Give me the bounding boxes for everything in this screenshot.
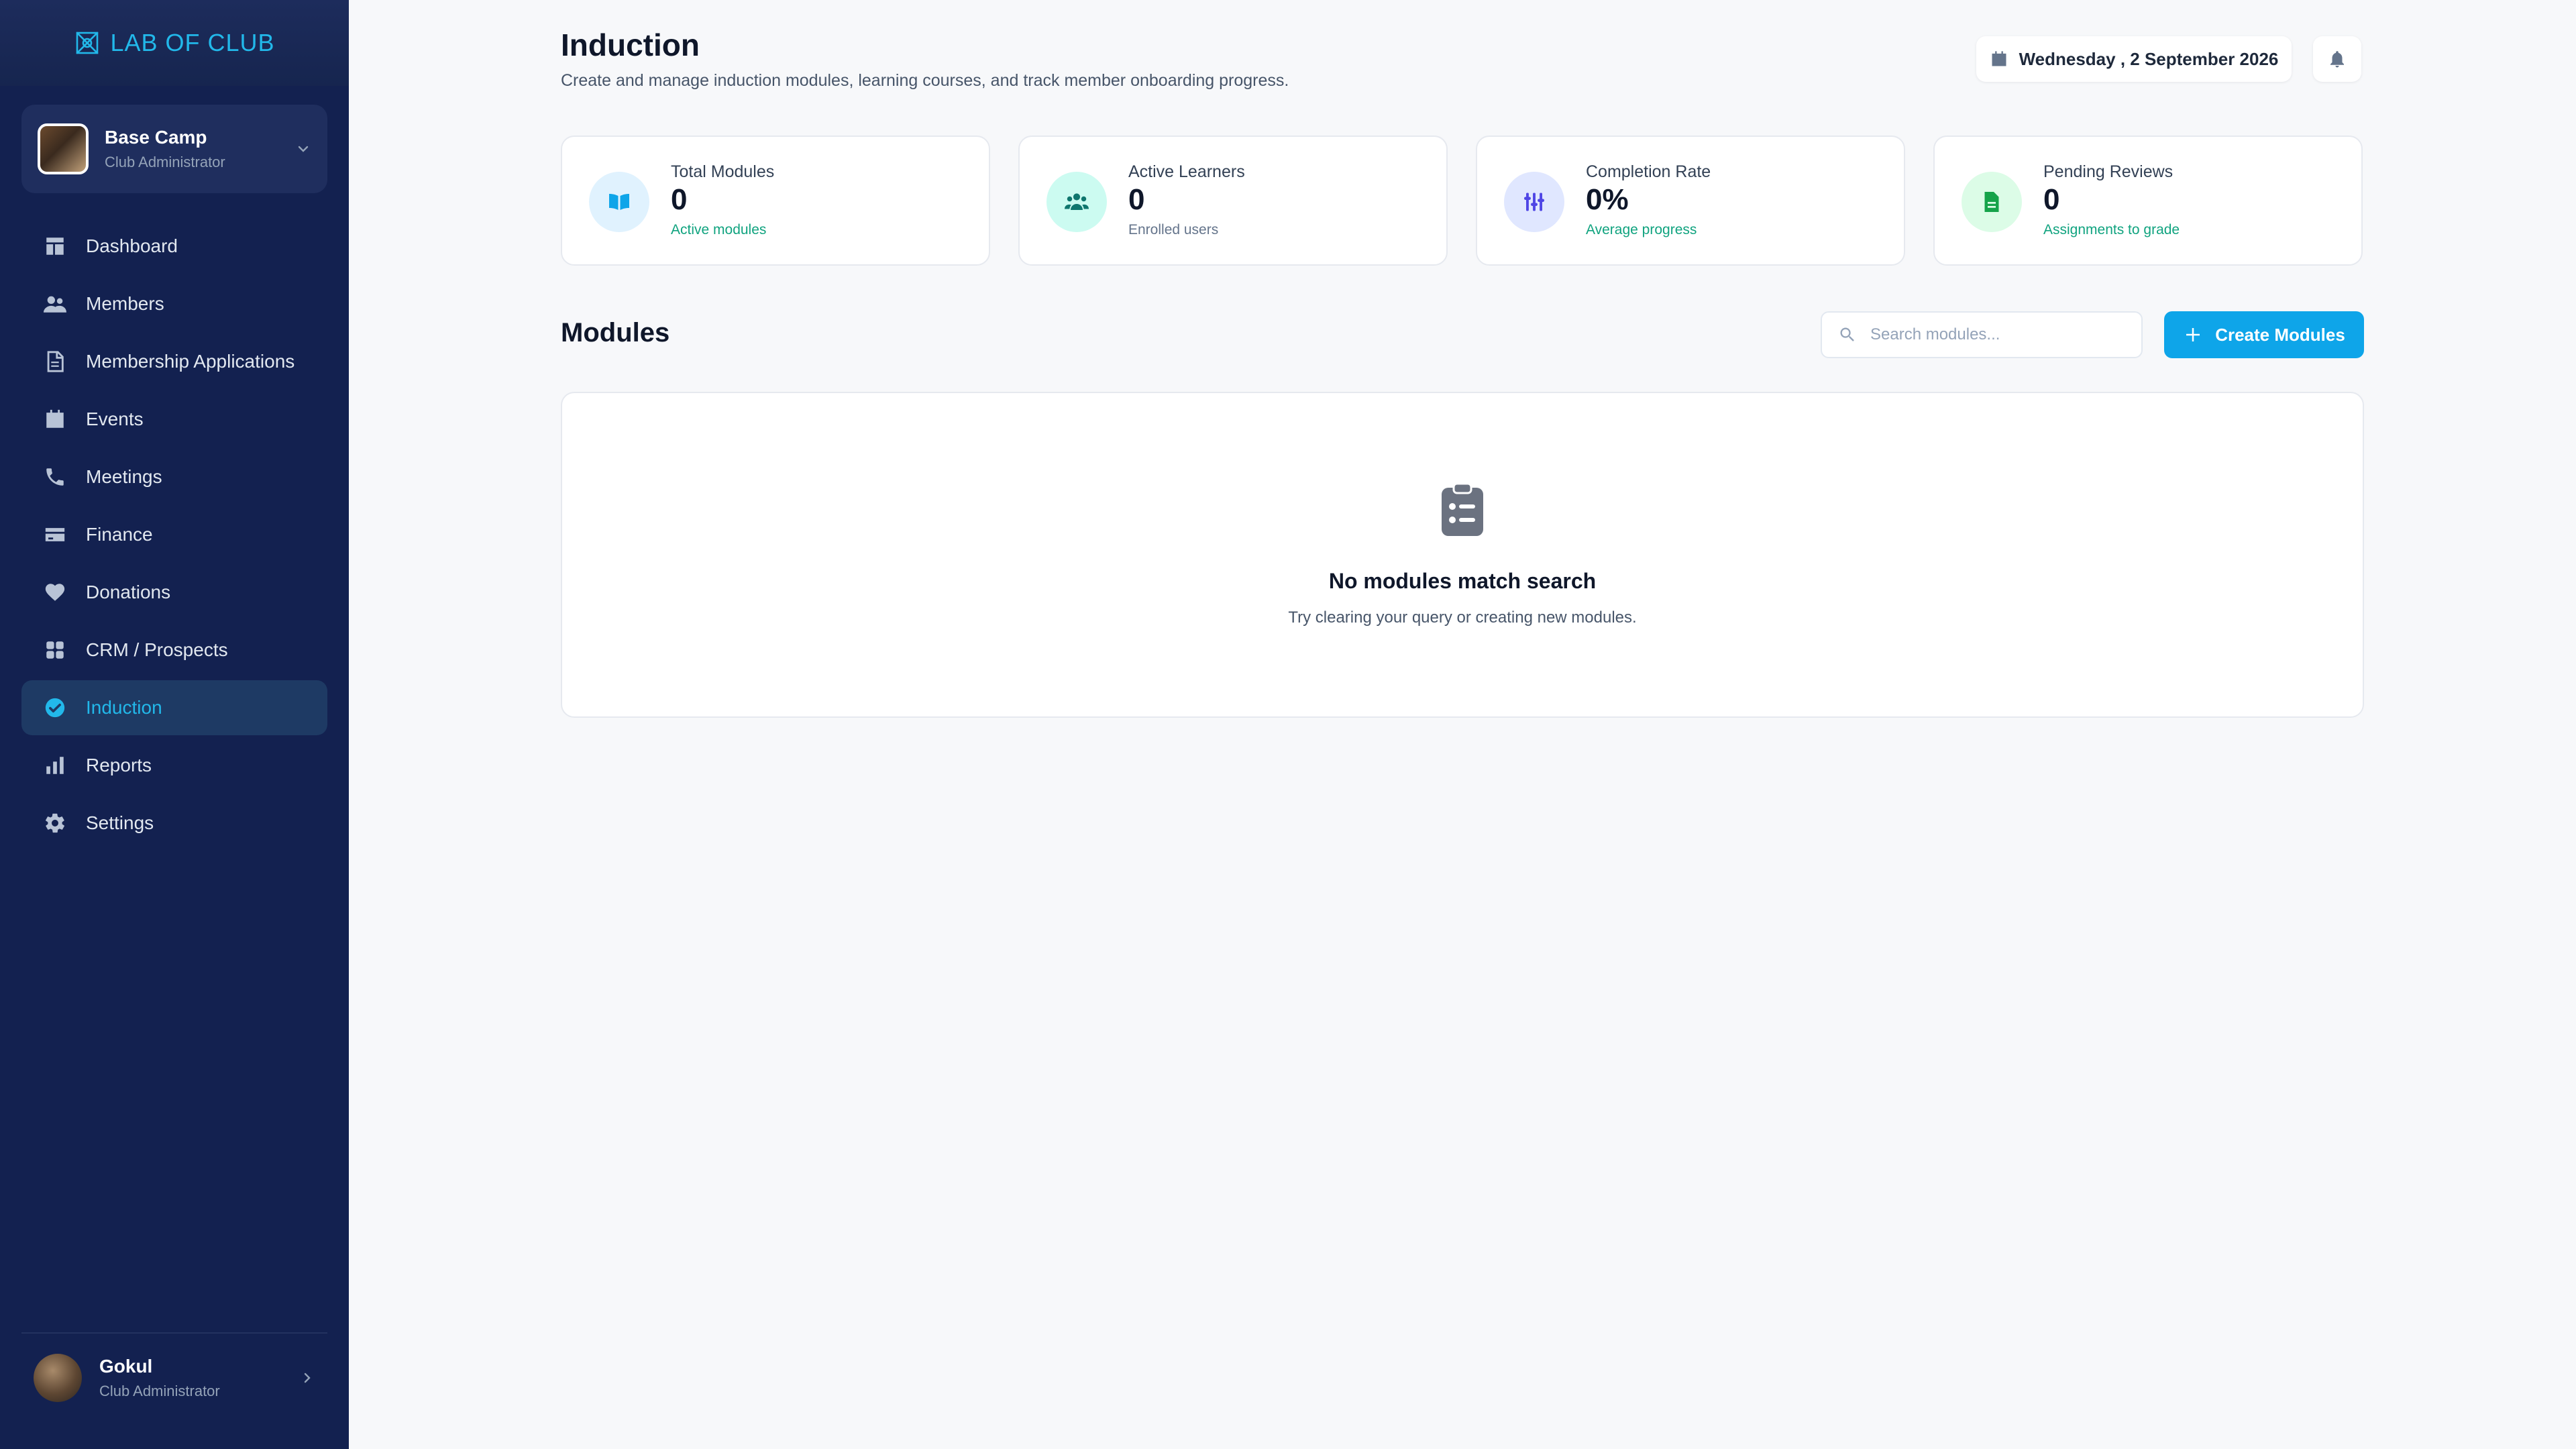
user-profile[interactable]: Gokul Club Administrator: [34, 1352, 315, 1403]
create-modules-label: Create Modules: [2215, 324, 2345, 345]
avatar: [34, 1354, 82, 1402]
brand-name: LAB OF CLUB: [110, 29, 275, 56]
users-icon: [43, 292, 67, 316]
stat-value: 0: [1128, 183, 1145, 216]
brand[interactable]: LAB OF CLUB: [0, 0, 349, 86]
bar-chart-icon: [43, 753, 67, 777]
sidebar-nav: Dashboard Members Membership Application…: [21, 219, 327, 853]
divider: [21, 1332, 327, 1334]
card-icon: [43, 523, 67, 547]
sidebar-item-settings[interactable]: Settings: [21, 796, 327, 851]
bell-icon: [2330, 51, 2344, 68]
current-date: Wednesday , 2 September 2026: [2019, 48, 2279, 69]
user-role: Club Administrator: [99, 1383, 220, 1399]
sidebar-item-label: Settings: [86, 812, 154, 833]
stat-subtext: Active modules: [671, 222, 767, 238]
stat-value: 0%: [1586, 183, 1629, 216]
club-avatar: [38, 123, 89, 174]
user-name: Gokul: [99, 1356, 153, 1377]
sidebar-item-label: Members: [86, 293, 164, 314]
sidebar-item-label: Dashboard: [86, 235, 178, 256]
file-icon: [1962, 172, 2022, 232]
sidebar-item-members[interactable]: Members: [21, 276, 327, 331]
sidebar-item-donations[interactable]: Donations: [21, 565, 327, 620]
sidebar-item-label: CRM / Prospects: [86, 639, 228, 660]
club-role: Club Administrator: [105, 154, 225, 170]
stat-label: Pending Reviews: [2043, 162, 2174, 181]
users-icon: [1046, 172, 1107, 232]
stat-card-active-learners: Active Learners 0 Enrolled users: [1018, 136, 1448, 266]
gear-icon: [43, 811, 67, 835]
page-title: Induction: [561, 28, 700, 62]
sidebar-item-label: Induction: [86, 697, 162, 718]
sidebar-item-label: Membership Applications: [86, 351, 295, 372]
sidebar-item-label: Reports: [86, 755, 152, 775]
calendar-icon: [1992, 51, 2006, 66]
search-field[interactable]: [1821, 311, 2143, 358]
stat-value: 0: [671, 183, 688, 216]
sidebar-item-label: Events: [86, 409, 144, 429]
sidebar-item-label: Donations: [86, 582, 171, 602]
modules-empty-state: No modules match search Try clearing you…: [561, 392, 2364, 718]
main-content: Induction Create and manage induction mo…: [349, 0, 2576, 1449]
sidebar-item-reports[interactable]: Reports: [21, 738, 327, 793]
phone-icon: [43, 465, 67, 489]
sidebar-item-events[interactable]: Events: [21, 392, 327, 447]
document-icon: [43, 350, 67, 374]
stat-card-pending-reviews: Pending Reviews 0 Assignments to grade: [1933, 136, 2363, 266]
date-display[interactable]: Wednesday , 2 September 2026: [1976, 36, 2292, 82]
section-title: Modules: [561, 318, 670, 347]
club-name: Base Camp: [105, 127, 207, 148]
stat-label: Completion Rate: [1586, 162, 1711, 181]
stat-value: 0: [2043, 183, 2060, 216]
sliders-icon: [1504, 172, 1564, 232]
check-circle-icon: [43, 696, 67, 720]
chevron-down-icon: [298, 146, 309, 152]
stat-label: Active Learners: [1128, 162, 1245, 181]
heart-icon: [43, 580, 67, 604]
book-icon: [589, 172, 649, 232]
stat-subtext: Assignments to grade: [2043, 222, 2180, 238]
stat-subtext: Average progress: [1586, 222, 1697, 238]
search-input[interactable]: [1870, 325, 2125, 344]
create-modules-button[interactable]: Create Modules: [2164, 311, 2364, 358]
clipboard-list-icon: [1440, 482, 1485, 541]
sidebar: LAB OF CLUB Base Camp Club Administrator…: [0, 0, 349, 1449]
sidebar-item-finance[interactable]: Finance: [21, 507, 327, 562]
sidebar-item-label: Meetings: [86, 466, 162, 487]
empty-state-title: No modules match search: [1328, 569, 1597, 593]
stat-label: Total Modules: [671, 162, 775, 181]
sidebar-item-meetings[interactable]: Meetings: [21, 449, 327, 504]
page-subtitle: Create and manage induction modules, lea…: [561, 71, 1289, 90]
calendar-icon: [43, 407, 67, 431]
stat-card-total-modules: Total Modules 0 Active modules: [561, 136, 990, 266]
sidebar-item-crm-prospects[interactable]: CRM / Prospects: [21, 623, 327, 678]
brand-logo-icon: [76, 32, 99, 54]
chevron-right-icon: [304, 1373, 311, 1383]
sidebar-item-induction[interactable]: Induction: [21, 680, 327, 735]
stats-row: Total Modules 0 Active modules Active Le…: [561, 136, 2363, 266]
stat-subtext: Enrolled users: [1128, 222, 1219, 238]
sidebar-item-dashboard[interactable]: Dashboard: [21, 219, 327, 274]
grid-icon: [43, 638, 67, 662]
dashboard-icon: [43, 234, 67, 258]
search-icon: [1840, 327, 1854, 341]
sidebar-item-label: Finance: [86, 524, 153, 545]
plus-icon: [2186, 328, 2200, 341]
stat-card-completion-rate: Completion Rate 0% Average progress: [1476, 136, 1905, 266]
sidebar-item-membership-applications[interactable]: Membership Applications: [21, 334, 327, 389]
empty-state-text: Try clearing your query or creating new …: [1288, 608, 1637, 627]
notifications-button[interactable]: [2313, 36, 2361, 82]
club-switcher[interactable]: Base Camp Club Administrator: [21, 105, 327, 193]
